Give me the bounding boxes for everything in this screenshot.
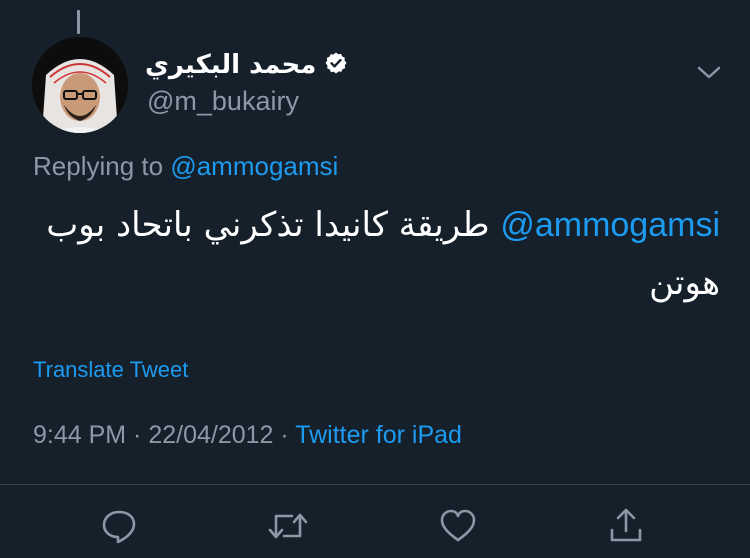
reply-icon [102, 510, 136, 544]
like-button[interactable] [436, 504, 480, 548]
verified-badge-icon [324, 51, 348, 80]
meta-separator: · [126, 421, 149, 449]
tweet-source-link[interactable]: Twitter for iPad [295, 421, 462, 449]
meta-separator: · [273, 421, 296, 449]
tweet-mention-link[interactable]: @ammogamsi [500, 206, 720, 244]
replying-to-prefix: Replying to [33, 151, 164, 181]
tweet-time[interactable]: 9:44 PM [33, 421, 126, 449]
chevron-down-icon[interactable] [694, 58, 724, 88]
tweet-text: @ammogamsi طريقة كانيدا تذكرني باتحاد بو… [30, 196, 720, 312]
share-button[interactable] [604, 504, 648, 548]
translate-tweet-link[interactable]: Translate Tweet [33, 357, 188, 383]
avatar-image [32, 37, 128, 133]
heart-icon [440, 509, 476, 542]
avatar[interactable] [32, 37, 128, 133]
retweet-icon [268, 513, 308, 539]
retweet-button[interactable] [266, 504, 310, 548]
divider [0, 484, 750, 485]
replying-to-mention-link[interactable]: @ammogamsi [170, 151, 338, 181]
tweet-metadata: 9:44 PM · 22/04/2012 · Twitter for iPad [33, 421, 462, 450]
reply-button[interactable] [97, 504, 141, 548]
author-name-row[interactable]: محمد البكيري [145, 50, 348, 80]
author-display-name[interactable]: محمد البكيري [145, 50, 316, 80]
replying-to-line: Replying to @ammogamsi [33, 151, 338, 182]
thread-connector-line [77, 10, 80, 34]
author-handle[interactable]: @m_bukairy [147, 86, 299, 117]
tweet-action-bar [0, 500, 750, 552]
share-icon [610, 508, 642, 542]
tweet-date[interactable]: 22/04/2012 [148, 421, 273, 449]
